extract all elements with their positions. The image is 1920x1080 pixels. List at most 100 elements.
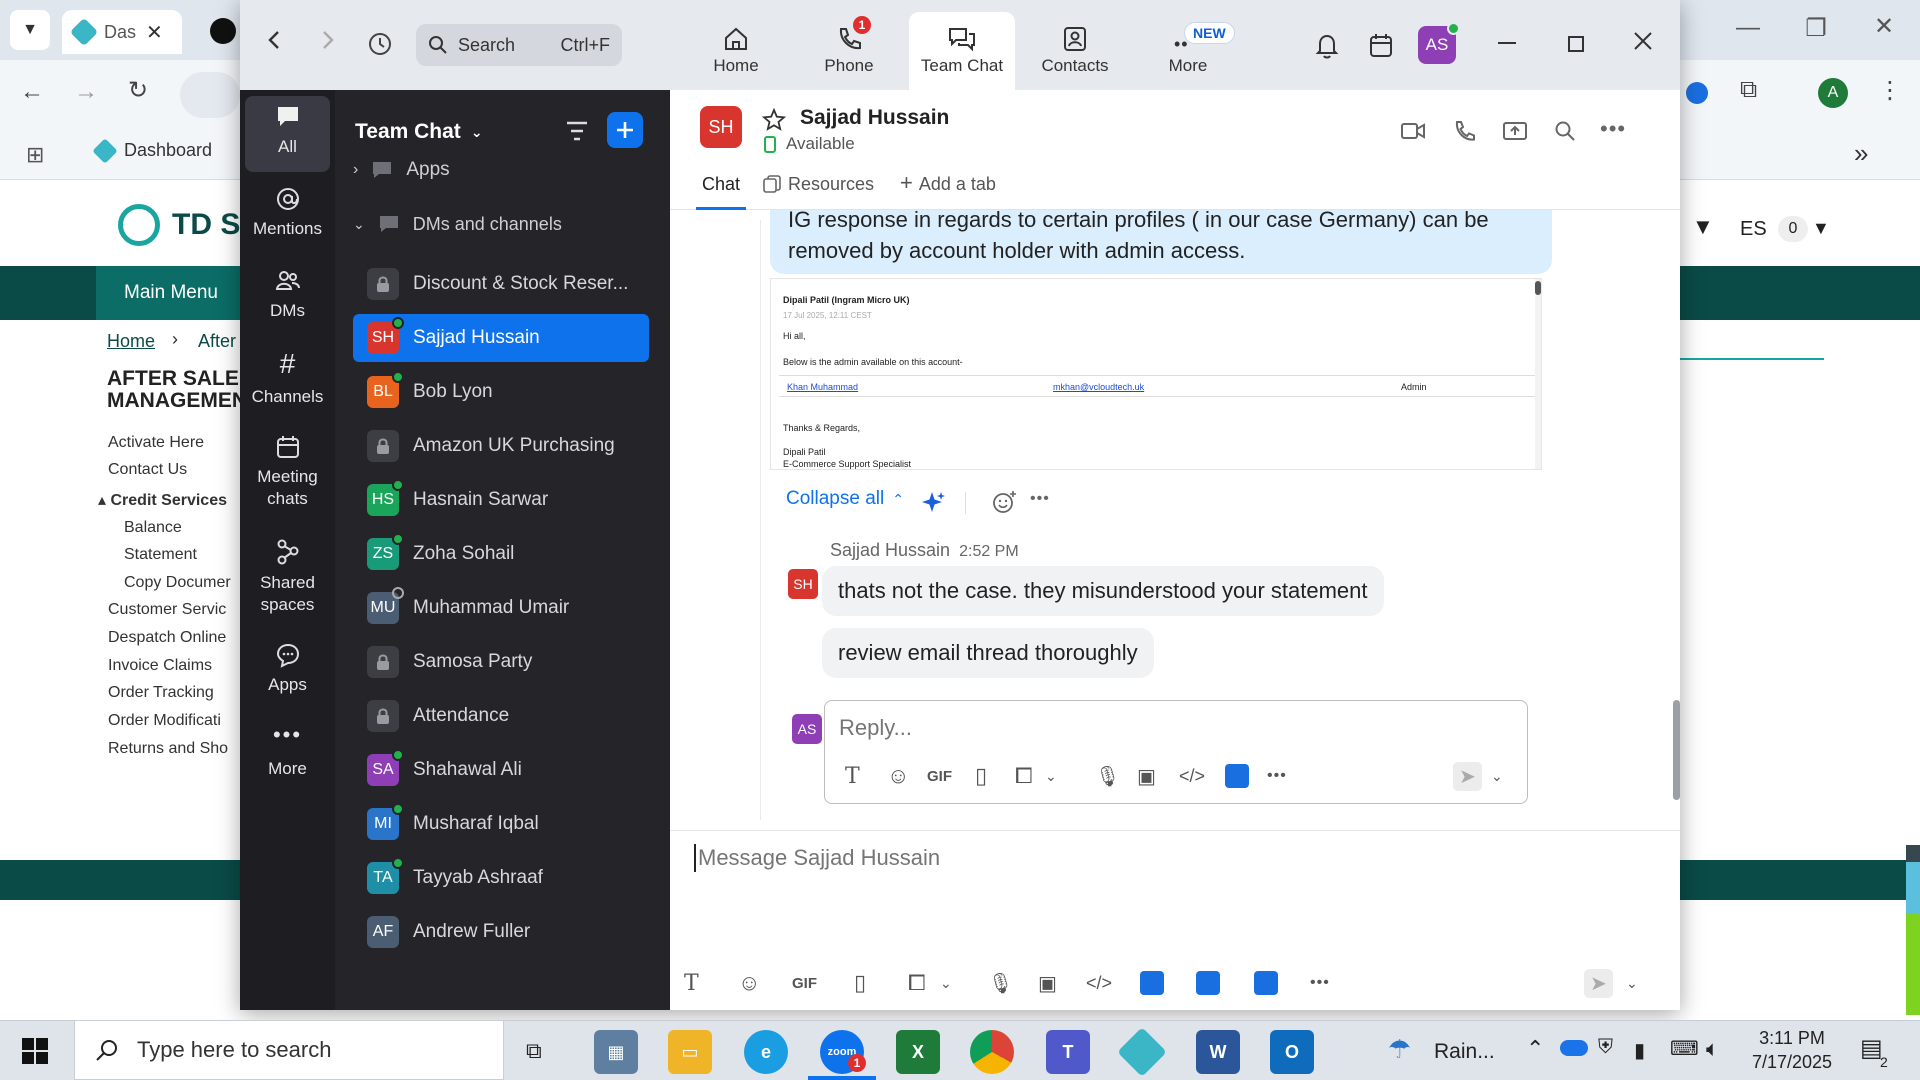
gif-button[interactable]: GIF (792, 968, 817, 998)
microphone-icon[interactable]: 🎙︎ (1095, 761, 1120, 791)
more-apps-icon[interactable]: ••• (1310, 968, 1330, 998)
channel-item[interactable]: Attendance (353, 692, 649, 740)
code-snippet-icon[interactable]: </> (1086, 968, 1112, 998)
site-link-activate[interactable]: Activate Here (108, 434, 204, 452)
back-icon[interactable] (264, 28, 284, 52)
zoom-app-icon[interactable]: zoom 1 (820, 1030, 866, 1074)
apps-grid-icon[interactable]: ⊞ (26, 142, 44, 168)
collapse-all-button[interactable]: Collapse all ⌃ (786, 488, 904, 510)
reply-composer[interactable]: T ☺ GIF ▯ ⧠ ⌄ 🎙︎ ▣ </> ••• ➤ ⌄ (824, 700, 1528, 804)
close-icon[interactable]: ✕ (1864, 12, 1904, 41)
site-link-copy-document[interactable]: Copy Documer (124, 574, 231, 592)
maximize-icon[interactable] (1568, 36, 1584, 52)
nav-tab-phone[interactable]: 1 Phone (796, 12, 902, 90)
star-icon[interactable] (762, 108, 786, 132)
reply-input[interactable] (839, 713, 1479, 743)
video-call-icon[interactable] (1400, 120, 1426, 142)
calendar-icon[interactable] (1368, 32, 1394, 60)
message-more-icon[interactable]: ••• (1030, 490, 1050, 508)
forward-icon[interactable] (318, 28, 338, 52)
defender-icon[interactable]: ⛨ (1598, 1036, 1613, 1059)
rail-item-all[interactable]: All (245, 96, 330, 172)
emoji-icon[interactable]: ☺ (738, 968, 760, 998)
site-link-balance[interactable]: Balance (124, 519, 182, 537)
contact-name[interactable]: Sajjad Hussain (800, 106, 949, 130)
excel-app-icon[interactable]: X (896, 1030, 940, 1074)
format-text-icon[interactable]: T (684, 968, 699, 998)
site-link-order-modification[interactable]: Order Modificati (108, 712, 221, 730)
site-link-invoice-claims[interactable]: Invoice Claims (108, 657, 212, 675)
breadcrumb-home[interactable]: Home (107, 331, 155, 352)
bookmark-dashboard[interactable]: Dashboard (92, 137, 212, 164)
more-apps-icon[interactable]: ••• (1267, 761, 1287, 791)
breadcrumb-after[interactable]: After (198, 331, 236, 352)
dm-item[interactable]: HS Hasnain Sarwar (353, 476, 649, 524)
chevron-down-icon[interactable]: ⌄ (1626, 968, 1638, 998)
video-message-icon[interactable]: ▣ (1038, 968, 1057, 998)
rail-item-mentions[interactable]: Mentions (245, 178, 330, 256)
reply-sender-avatar[interactable]: SH (788, 569, 818, 599)
credit-services-toggle[interactable]: ▴ Credit Services (98, 490, 227, 510)
search-input[interactable]: Search Ctrl+F (416, 24, 622, 66)
chevron-down-icon[interactable]: ⌄ (1491, 761, 1503, 791)
rail-item-shared-spaces[interactable]: Shared spaces (245, 530, 330, 630)
nav-tab-home[interactable]: Home (683, 12, 789, 90)
docs-app-icon[interactable] (1225, 761, 1249, 791)
tab-resources[interactable]: Resources (762, 174, 874, 195)
format-text-icon[interactable]: T (845, 761, 860, 791)
tab-add[interactable]: + Add a tab (900, 172, 996, 195)
browser-tab-favicon-icon[interactable] (210, 18, 236, 44)
site-link-customer-service[interactable]: Customer Servic (108, 601, 226, 619)
gif-button[interactable]: GIF (927, 761, 952, 791)
restore-icon[interactable]: ❐ (1796, 14, 1836, 43)
dm-item[interactable]: MI Musharaf Iqbal (353, 800, 649, 848)
microphone-icon[interactable]: 🎙︎ (988, 968, 1013, 998)
channel-item[interactable]: Amazon UK Purchasing (353, 422, 649, 470)
file-explorer-icon[interactable]: ▭ (668, 1030, 712, 1074)
volume-icon[interactable]: 🔈︎ (1706, 1036, 1719, 1062)
close-icon[interactable] (1632, 30, 1654, 52)
reply-message[interactable]: thats not the case. they misunderstood y… (822, 566, 1384, 616)
extension-icon[interactable] (1686, 82, 1708, 104)
code-snippet-icon[interactable]: </> (1179, 761, 1205, 791)
back-arrow-icon[interactable]: ← (20, 78, 44, 106)
dms-channels-section-toggle[interactable]: ⌄ DMs and channels (353, 206, 562, 242)
weather-icon[interactable]: ☂ (1388, 1034, 1411, 1065)
image-scrollbar[interactable] (1535, 279, 1541, 469)
contact-avatar[interactable]: SH (700, 106, 742, 148)
chrome-browser-icon[interactable] (970, 1030, 1014, 1074)
profile-avatar[interactable]: A (1818, 78, 1848, 108)
message-bubble[interactable]: IG response in regards to certain profil… (770, 210, 1552, 274)
clock[interactable]: 3:11 PM 7/17/2025 (1742, 1026, 1842, 1074)
site-link-returns[interactable]: Returns and Sho (108, 740, 228, 758)
teams-app-icon[interactable]: T (1046, 1030, 1090, 1074)
minimize-icon[interactable]: — (1728, 14, 1768, 42)
network-icon[interactable]: ⌨ (1670, 1036, 1699, 1061)
dm-item[interactable]: SA Shahawal Ali (353, 746, 649, 794)
docs-app-icon[interactable] (1140, 968, 1164, 998)
user-avatar[interactable]: AS (1418, 22, 1460, 64)
rail-item-apps[interactable]: Apps (245, 634, 330, 712)
minimize-icon[interactable] (1498, 42, 1516, 44)
dm-item[interactable]: SH Sajjad Hussain (353, 314, 649, 362)
reply-sender-name[interactable]: Sajjad Hussain (830, 540, 950, 560)
outlook-app-icon[interactable]: O (1270, 1030, 1314, 1074)
main-menu-button[interactable]: Main Menu (96, 266, 246, 320)
rail-item-channels[interactable]: # Channels (245, 342, 330, 420)
address-bar[interactable] (180, 72, 240, 118)
calendar-app-icon[interactable] (1254, 968, 1278, 998)
ai-sparkle-icon[interactable] (920, 490, 946, 514)
more-options-icon[interactable]: ••• (1600, 116, 1626, 142)
word-app-icon[interactable]: W (1196, 1030, 1240, 1074)
dm-item[interactable]: BL Bob Lyon (353, 368, 649, 416)
rail-item-dms[interactable]: DMs (245, 260, 330, 338)
send-icon[interactable]: ➤ (1453, 761, 1482, 791)
battery-icon[interactable]: ▮ (1634, 1038, 1645, 1063)
reply-message[interactable]: review email thread thoroughly (822, 628, 1154, 678)
menu-kebab-icon[interactable]: ⋮ (1878, 76, 1902, 105)
task-view-icon[interactable]: ⧉ (526, 1038, 542, 1064)
history-clock-icon[interactable] (366, 30, 394, 58)
nav-tab-contacts[interactable]: Contacts (1022, 12, 1128, 90)
caret-down-icon[interactable]: ▼ (1812, 218, 1830, 239)
chevron-down-icon[interactable]: ⌄ (1045, 761, 1057, 791)
